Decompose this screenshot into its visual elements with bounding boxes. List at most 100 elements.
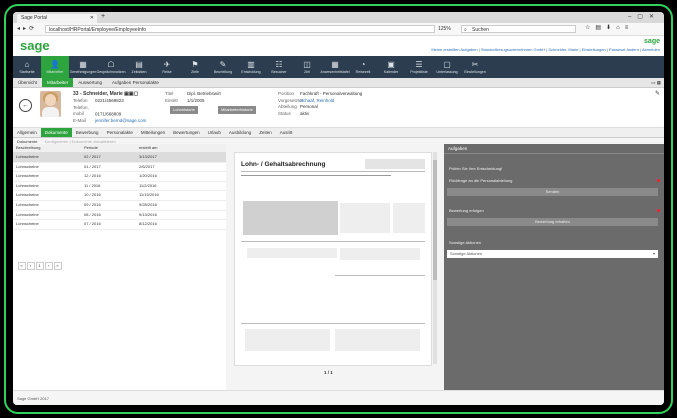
send-button[interactable]: Senden [447, 188, 658, 196]
preview-scrollbar[interactable] [433, 152, 437, 364]
field-value: 1/1/2005 [187, 97, 205, 103]
employee-header: ← 33 - Schneider, Marie ▣▣▢ Telefon 0221/… [13, 88, 664, 128]
subtab-0[interactable]: Übersicht [13, 78, 42, 87]
module-mitarbeiter[interactable]: 👤 Mitarbeiter [41, 56, 69, 78]
module-ziele[interactable]: ⚑ Ziele [181, 56, 209, 78]
tab-bewertungen[interactable]: Bewertungen [169, 128, 204, 137]
field-label: Eintritt [165, 97, 178, 103]
employee-name: 33 - Schneider, Marie ▣▣▢ [73, 91, 139, 97]
subtab-1[interactable]: Mitarbeiter [42, 78, 74, 87]
table-row[interactable]: Lohnscheine 09 / 2016 9/28/2016 [13, 201, 226, 211]
tab-personalakte[interactable]: Personalakte [103, 128, 137, 137]
employee-history-button[interactable]: Mitarbeiterhistorie [218, 106, 256, 114]
module-beurteilung[interactable]: ✎ Beurteilung [209, 56, 237, 78]
module-startseite[interactable]: ⌂ Startseite [13, 56, 41, 78]
tab-urlaub[interactable]: Urlaub [204, 128, 225, 137]
back-icon[interactable]: ← [19, 99, 32, 112]
tab-bewerbung[interactable]: Bewerbung [72, 128, 103, 137]
position-fields: Position Fachkraft - Personalverwaltung Vo… [278, 91, 362, 117]
view-toggle-icons[interactable]: ▭ ▦ [651, 78, 661, 87]
module-label: Entwicklung [241, 70, 261, 74]
task-item-1[interactable]: Rückfrage an die Personalabteilung [449, 178, 512, 183]
browser-tab[interactable]: Sage Portal ✕ [17, 14, 97, 23]
task-item-2[interactable]: Bewertung erfolgen [449, 208, 484, 213]
pager-button[interactable]: ‹ [27, 262, 35, 270]
module-gesprächsnotizen[interactable]: ☖ Gesprächsnotizen [97, 56, 126, 78]
module-ziel[interactable]: ◫ Ziel [293, 56, 321, 78]
home-icon: ⌂ [24, 60, 30, 69]
notes-icon: ☖ [107, 60, 115, 69]
tab-ausbildung[interactable]: Ausbildung [225, 128, 255, 137]
module-label: Reisezeit [355, 70, 371, 74]
tab-zeiten[interactable]: Zeiten [255, 128, 276, 137]
close-tab-icon[interactable]: ✕ [90, 14, 94, 23]
module-reise[interactable]: ✈ Reise [153, 56, 181, 78]
module-unterlassung[interactable]: ▢ Unterlassung [433, 56, 461, 78]
module-einstellungen[interactable]: ✂ Einstellungen [461, 56, 489, 78]
subtab-2[interactable]: Auswertung [73, 78, 107, 87]
pager-button[interactable]: 1 [36, 262, 44, 270]
table-row[interactable]: Lohnscheine 11 / 2016 11/2/2016 [13, 182, 226, 192]
window-controls[interactable]: –▢✕ [628, 13, 660, 20]
module-anwesenheitstafel[interactable]: ▦ Anwesenheitstafel [320, 56, 349, 78]
field-value[interactable]: jennifer.bernd@sage.com [95, 118, 146, 123]
new-tab-icon[interactable]: + [101, 13, 105, 20]
edit-icon[interactable]: ✎ [655, 90, 660, 97]
clock-icon: ◔ [360, 60, 366, 69]
tab-mitteilungen[interactable]: Mitteilungen [137, 128, 169, 137]
user-links[interactable]: Meine erstellten Aufgaben | Standortbezu… [431, 47, 660, 52]
table-cell: 08 / 2016 [84, 211, 101, 217]
field-row: Eintritt 1/1/2005 [165, 98, 221, 105]
table-cell: Lohnscheine [16, 221, 39, 227]
table-cell: 09 / 2016 [84, 201, 101, 207]
pager-button[interactable]: « [18, 262, 26, 270]
table-row[interactable]: Lohnscheine 07 / 2016 8/12/2016 [13, 220, 226, 230]
plane-icon: ✈ [163, 60, 171, 69]
rating-button[interactable]: Bewertung erhalten [447, 218, 658, 226]
flag-icon: ⚑ [191, 60, 199, 69]
table-row[interactable]: Lohnscheine 12 / 2016 1/20/2016 [13, 172, 226, 182]
table-cell: Lohnscheine [16, 163, 39, 169]
document-list: Beschreibung Periode erstellt am Lohnschei… [13, 144, 227, 390]
url-field[interactable]: localhost/HRPortal/Employee/EmployeeInfo [45, 25, 435, 33]
tab-allgemein[interactable]: Allgemein [13, 128, 41, 137]
employee-action-icons[interactable]: ▣▣▢ [124, 91, 138, 97]
module-genehmigungen[interactable]: ▦ Genehmigungen [69, 56, 97, 78]
subtab-3[interactable]: Aufgaben Personalakte [107, 78, 164, 87]
module-projektliste[interactable]: ☰ Projektliste [405, 56, 433, 78]
document-preview: Lohn- / Gehaltsabrechnung 1 / 1 [226, 144, 444, 390]
module-zeitdaten[interactable]: ▤ Zeitdaten [125, 56, 153, 78]
browser-search-input[interactable]: ⌕ Suchen [461, 25, 576, 33]
module-reisezeit[interactable]: ◔ Reisezeit [349, 56, 377, 78]
browser-nav-icons[interactable]: ◂▸⟳ [17, 25, 37, 32]
module-label: Ziel [304, 70, 310, 74]
table-cell: Lohnscheine [16, 201, 39, 207]
sub-tabs: Übersicht Mitarbeiter Auswertung Aufgaben P… [13, 78, 664, 88]
tab-ausritt[interactable]: Ausritt [276, 128, 297, 137]
module-besucher[interactable]: ☷ Besucher [265, 56, 293, 78]
table-cell: 11 / 2016 [84, 182, 101, 188]
salary-history-button[interactable]: Lohnhistorie [170, 106, 198, 114]
field-value[interactable]: Schaaf, Reinhold [300, 98, 334, 103]
table-row[interactable]: Lohnscheine 01 / 2017 2/6/2017 [13, 163, 226, 173]
module-label: Besucher [271, 70, 287, 74]
wrench-icon: ✂ [471, 60, 479, 69]
tab-dokumente[interactable]: Dokumente [40, 128, 72, 137]
column-header[interactable]: Beschreibung [13, 144, 84, 152]
browser-toolbar-icons[interactable]: ☆▤⬇⌂≡ [585, 24, 633, 31]
module-kalender[interactable]: ▣ Kalender [377, 56, 405, 78]
column-header[interactable]: Periode [84, 144, 139, 152]
table-row[interactable]: Lohnscheine 10 / 2016 11/15/2016 [13, 191, 226, 201]
contact-fields: Telefon 0221/4569823 Telefon, mobil 0171/66… [73, 98, 146, 124]
pager-button[interactable]: › [45, 262, 53, 270]
pager-button[interactable]: » [54, 262, 62, 270]
table-row[interactable]: Lohnscheine 02 / 2017 3/13/2017 [13, 153, 226, 163]
table-row[interactable]: Lohnscheine 08 / 2016 9/13/2016 [13, 211, 226, 221]
sage-logo-small: sage [644, 38, 660, 45]
column-header[interactable]: erstellt am [139, 144, 199, 152]
module-label: Genehmigungen [69, 70, 97, 74]
module-entwicklung[interactable]: ▥ Entwicklung [237, 56, 265, 78]
field-value: Personal [300, 104, 318, 109]
table-cell: 9/28/2016 [139, 201, 157, 207]
other-actions-select[interactable]: Sonstige Aktionen ▾ [447, 250, 658, 258]
